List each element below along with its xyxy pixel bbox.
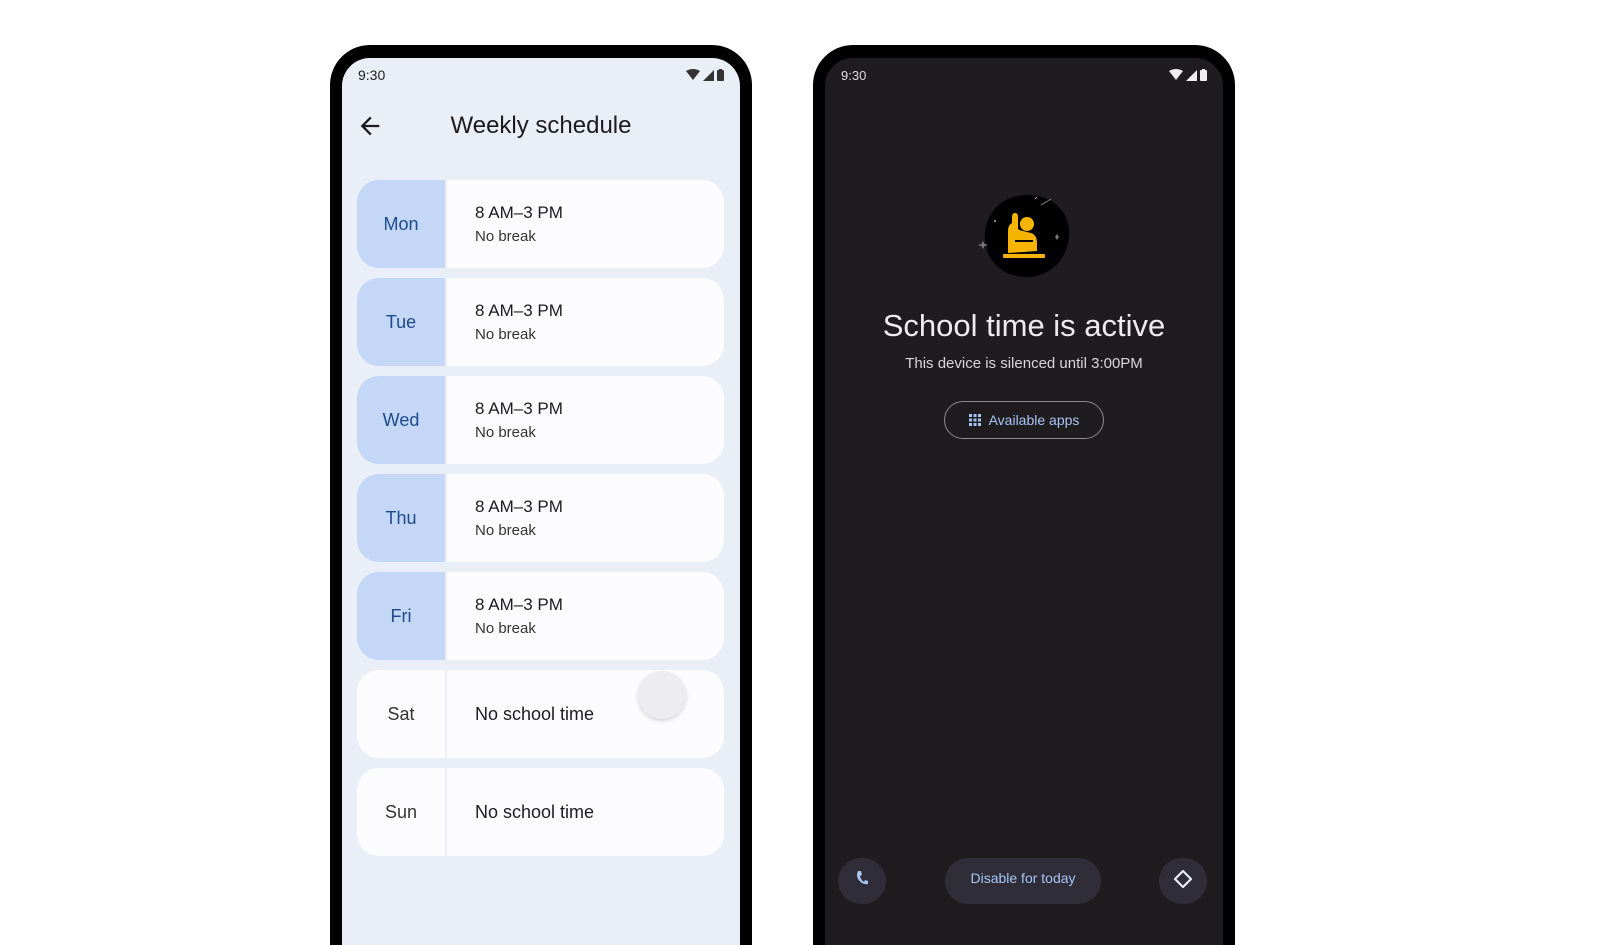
available-apps-button[interactable]: Available apps [944,401,1104,439]
weekly-schedule-screen: 9:30 Weekly schedule Mon 8 AM–3 PM No br… [342,58,740,945]
day-label: Mon [357,180,445,268]
day-time-range: 8 AM–3 PM [475,203,563,222]
status-bar: 9:30 [841,66,1207,84]
status-time: 9:30 [358,67,386,83]
school-time-screen: 9:30 School time is active This device i… [825,58,1223,945]
day-break: No break [475,522,536,539]
touch-indicator [638,671,686,719]
day-list: Mon 8 AM–3 PM No break Tue 8 AM–3 PM No … [357,180,724,866]
disable-for-today-button[interactable]: Disable for today [945,858,1101,904]
phone-weekly-schedule: 9:30 Weekly schedule Mon 8 AM–3 PM No br… [330,45,752,945]
day-status: No school time [475,801,595,822]
day-row-tue[interactable]: Tue 8 AM–3 PM No break [357,278,724,366]
day-label: Fri [357,572,445,660]
day-label: Sun [357,768,445,856]
school-time-title: School time is active [882,308,1166,343]
day-row-mon[interactable]: Mon 8 AM–3 PM No break [357,180,724,268]
battery-icon [1200,69,1207,81]
directions-button[interactable] [1159,858,1207,904]
battery-icon [717,69,724,81]
day-row-sun[interactable]: Sun No school time [357,768,724,856]
day-label: Wed [357,376,445,464]
disable-for-today-label: Disable for today [970,870,1076,886]
day-break: No break [475,620,536,637]
signal-icon [1186,69,1197,81]
day-time-range: 8 AM–3 PM [475,399,563,418]
day-row-thu[interactable]: Thu 8 AM–3 PM No break [357,474,724,562]
status-bar: 9:30 [358,66,724,84]
phone-button[interactable] [838,858,886,904]
day-time-range: 8 AM–3 PM [475,497,563,516]
app-bar: Weekly schedule [342,108,740,144]
day-label: Thu [357,474,445,562]
day-label: Tue [357,278,445,366]
day-time-range: 8 AM–3 PM [475,595,563,614]
day-time-range: 8 AM–3 PM [475,301,563,320]
signal-icon [703,69,714,81]
student-raising-hand-icon [979,194,1070,278]
directions-icon [1174,870,1192,888]
phone-school-time: 9:30 School time is active This device i… [813,45,1235,945]
day-break: No break [475,228,536,245]
day-break: No break [475,326,536,343]
apps-grid-icon [968,414,981,426]
day-label: Sat [357,670,445,758]
wifi-icon [1169,69,1183,80]
available-apps-label: Available apps [988,412,1080,428]
day-status: No school time [475,703,595,724]
day-row-wed[interactable]: Wed 8 AM–3 PM No break [357,376,724,464]
day-break: No break [475,424,536,441]
silenced-until-text: This device is silenced until 3:00PM [905,355,1143,372]
page-title: Weekly schedule [450,112,632,139]
day-row-fri[interactable]: Fri 8 AM–3 PM No break [357,572,724,660]
wifi-icon [686,69,700,80]
phone-icon [857,871,868,885]
status-time: 9:30 [841,67,867,83]
